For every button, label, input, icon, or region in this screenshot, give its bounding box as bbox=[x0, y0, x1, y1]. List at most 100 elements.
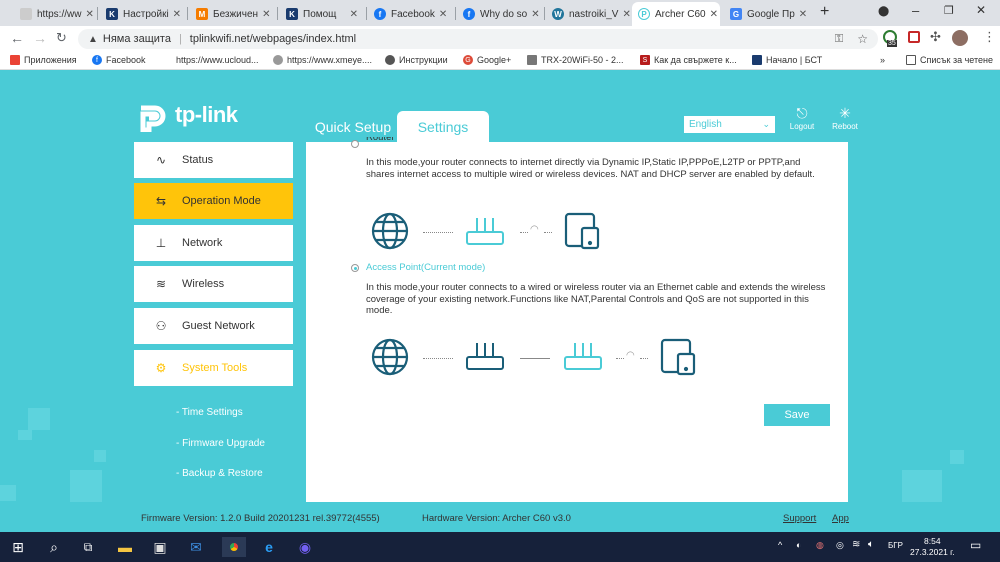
close-icon[interactable]: ✕ bbox=[527, 9, 539, 20]
facebook-icon: f bbox=[463, 8, 475, 20]
browser-tab[interactable]: M Безжичен ✕ bbox=[190, 2, 274, 26]
bookmark-apps[interactable]: Приложения bbox=[10, 55, 77, 65]
language-indicator[interactable]: БГР bbox=[888, 541, 903, 550]
viber-icon[interactable]: ◉ bbox=[295, 537, 315, 557]
reload-icon[interactable]: ↻ bbox=[56, 30, 67, 46]
close-window-icon[interactable]: ✕ bbox=[976, 3, 986, 17]
chrome-icon[interactable] bbox=[222, 537, 246, 557]
sidebar-item-label: System Tools bbox=[182, 362, 248, 374]
back-icon[interactable]: ← bbox=[10, 30, 24, 46]
sidebar-item-guest-network[interactable]: ⚇ Guest Network bbox=[134, 308, 293, 344]
support-link[interactable]: Support bbox=[783, 513, 816, 524]
search-icon[interactable]: ⌕ bbox=[44, 537, 64, 557]
brand-name: tp-link bbox=[175, 102, 238, 127]
close-icon[interactable]: ✕ bbox=[346, 9, 358, 20]
task-view-icon[interactable]: ⧉ bbox=[78, 537, 98, 557]
logout-icon: ⎋ bbox=[796, 105, 808, 121]
app-link[interactable]: App bbox=[832, 513, 849, 524]
tab-search-icon[interactable]: ⬤ bbox=[878, 6, 889, 17]
bst-icon bbox=[752, 55, 762, 65]
sidebar-item-wireless[interactable]: ≋ Wireless bbox=[134, 266, 293, 302]
forward-icon[interactable]: → bbox=[33, 30, 47, 46]
key-icon[interactable]: ⚿ bbox=[835, 33, 843, 46]
puzzle-icon[interactable]: ✣ bbox=[930, 29, 941, 45]
browser-tab[interactable]: https://ww ✕ bbox=[14, 2, 94, 26]
sidebar-item-network[interactable]: ⊥ Network bbox=[134, 225, 293, 261]
chevron-up-icon[interactable]: ^ bbox=[778, 540, 782, 550]
avatar[interactable] bbox=[952, 30, 968, 46]
bookmark-item[interactable]: Начало | БСТ bbox=[752, 55, 822, 65]
bookmark-item[interactable]: TRX-20WiFi-50 - 2... bbox=[527, 55, 624, 65]
file-explorer-icon[interactable]: ▬ bbox=[115, 537, 135, 557]
globe-icon bbox=[371, 338, 409, 376]
close-icon[interactable]: ✕ bbox=[258, 9, 270, 20]
browser-tab[interactable]: G Google Пр ✕ bbox=[724, 2, 812, 26]
close-icon[interactable]: ✕ bbox=[618, 9, 630, 20]
sidebar-item-status[interactable]: ∿ Status bbox=[134, 142, 293, 178]
close-icon[interactable]: ✕ bbox=[81, 9, 93, 20]
logout-button[interactable]: ⎋ Logout bbox=[782, 104, 822, 131]
sidebar-item-label: Guest Network bbox=[182, 320, 255, 332]
browser-tab[interactable]: f Why do so ✕ bbox=[457, 2, 541, 26]
browser-tab[interactable]: K Помощ ✕ bbox=[280, 2, 364, 26]
bookmarks-more[interactable]: » bbox=[880, 55, 885, 65]
notifications-icon[interactable]: ▭ bbox=[970, 538, 981, 552]
bookmarks-bar: Приложения f Facebook https://www.ucloud.… bbox=[0, 52, 1000, 70]
clock[interactable]: 8:54 27.3.2021 г. bbox=[910, 536, 955, 558]
submenu-backup-restore[interactable]: - Backup & Restore bbox=[134, 458, 293, 489]
close-icon[interactable]: ✕ bbox=[435, 9, 447, 20]
reading-list[interactable]: Списък за четене bbox=[906, 55, 993, 65]
menu-icon[interactable]: ⋮ bbox=[983, 29, 996, 45]
close-icon[interactable]: ✕ bbox=[706, 9, 718, 20]
submenu-firmware-upgrade[interactable]: - Firmware Upgrade bbox=[134, 428, 293, 459]
restore-icon[interactable]: ❐ bbox=[944, 4, 954, 17]
browser-tab[interactable]: W nastroiki_V ✕ bbox=[546, 2, 630, 26]
tray-icon[interactable]: ◐ bbox=[796, 540, 801, 550]
tab-label: Безжичен bbox=[213, 8, 259, 20]
tray-icon[interactable]: ◍ bbox=[816, 540, 824, 551]
close-icon[interactable]: ✕ bbox=[795, 9, 807, 20]
bookmark-item[interactable]: S Как да свържете к... bbox=[640, 55, 737, 65]
apps-grid-icon bbox=[10, 55, 20, 65]
security-label[interactable]: Няма защита bbox=[103, 33, 171, 45]
bookmark-item[interactable]: Инструкции bbox=[385, 55, 448, 65]
edge-icon[interactable]: e bbox=[259, 537, 279, 557]
extension-badge: 35 bbox=[887, 40, 897, 47]
tplink-logo-icon bbox=[140, 105, 166, 132]
bookmark-item[interactable]: https://www.xmeye.... bbox=[273, 55, 372, 65]
devices-icon bbox=[564, 212, 600, 250]
tray-icon[interactable]: ◎ bbox=[836, 540, 844, 551]
tab-label: nastroiki_V bbox=[569, 8, 619, 20]
new-tab-button[interactable]: + bbox=[820, 3, 829, 21]
firmware-version: Firmware Version: 1.2.0 Build 20201231 r… bbox=[141, 513, 380, 524]
bookmark-item[interactable]: G Google+ bbox=[463, 55, 511, 65]
router-footer: Firmware Version: 1.2.0 Build 20201231 r… bbox=[0, 502, 1000, 532]
minimize-icon[interactable]: – bbox=[912, 3, 919, 18]
sidebar-item-system-tools[interactable]: ⚙ System Tools bbox=[134, 350, 293, 386]
bookmark-item[interactable]: f Facebook bbox=[92, 55, 146, 65]
router-mode-radio[interactable] bbox=[351, 140, 359, 148]
submenu-time-settings[interactable]: - Time Settings bbox=[134, 397, 293, 428]
save-button[interactable]: Save bbox=[764, 404, 830, 426]
close-icon[interactable]: ✕ bbox=[169, 9, 181, 20]
browser-tab[interactable]: K Настройкі ✕ bbox=[100, 2, 184, 26]
tab-settings[interactable]: Settings bbox=[397, 111, 489, 142]
browser-tab-active[interactable]: P Archer C60 ✕ bbox=[632, 2, 720, 26]
sidebar-item-operation-mode[interactable]: ⇆ Operation Mode bbox=[134, 183, 293, 219]
omnibox[interactable]: ▲ Няма защита | tplinkwifi.net/webpages/… bbox=[78, 29, 878, 49]
volume-icon[interactable]: 🔈︎ bbox=[868, 539, 874, 550]
store-icon[interactable]: ▣ bbox=[150, 537, 170, 557]
access-point-label[interactable]: Access Point(Current mode) bbox=[366, 262, 485, 273]
start-icon[interactable]: ⊞ bbox=[8, 537, 28, 557]
reboot-button[interactable]: ✳ Reboot bbox=[825, 104, 865, 131]
star-icon[interactable]: ☆ bbox=[857, 32, 868, 46]
url-text[interactable]: tplinkwifi.net/webpages/index.html bbox=[190, 33, 356, 45]
language-select[interactable]: English ⌄ bbox=[684, 116, 775, 133]
mail-icon[interactable]: ✉ bbox=[186, 537, 206, 557]
bookmark-item[interactable]: https://www.ucloud... bbox=[176, 55, 259, 65]
wifi-icon[interactable]: ≋ bbox=[852, 539, 860, 550]
browser-tab[interactable]: f Facebook ✕ bbox=[368, 2, 452, 26]
instructions-icon bbox=[385, 55, 395, 65]
calendar-extension-icon[interactable] bbox=[908, 31, 920, 43]
access-point-radio[interactable] bbox=[351, 264, 359, 272]
